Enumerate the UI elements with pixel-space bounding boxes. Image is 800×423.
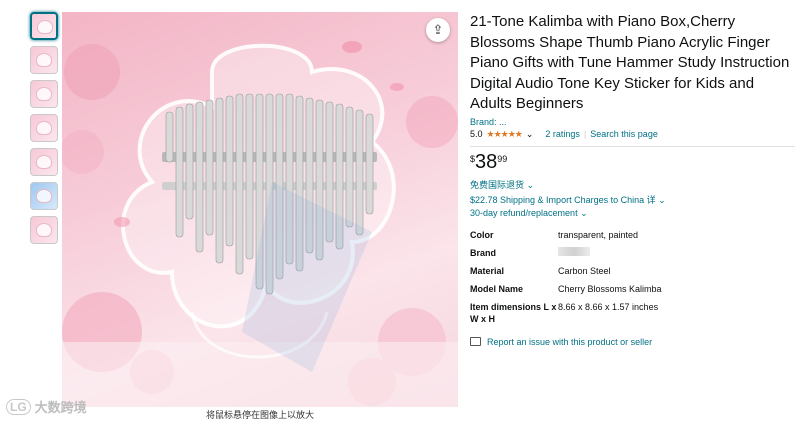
report-issue-text: Report an issue with this product or sel… — [487, 336, 653, 347]
brand-link[interactable]: Brand: ... — [470, 117, 795, 127]
free-return-link[interactable]: 免费国际退货 ⌄ — [470, 178, 795, 191]
spec-row: Item dimensions L x W x H 8.66 x 8.66 x … — [470, 301, 795, 325]
spec-value: Carbon Steel — [558, 265, 611, 276]
shipping-text: $22.78 Shipping & Import Charges to Chin… — [470, 194, 645, 205]
thumbnail-5[interactable] — [30, 148, 58, 176]
spec-key: Model Name — [470, 283, 524, 294]
chevron-down-icon[interactable]: ⌄ — [656, 195, 666, 205]
search-page-link[interactable]: Search this page — [590, 129, 658, 139]
watermark-logo: LG 大数跨境 — [6, 397, 87, 416]
report-icon — [470, 337, 481, 346]
spec-key: Item dimensions L x W x H — [470, 301, 557, 324]
divider — [470, 145, 795, 147]
spec-table: Color transparent, painted Brand Materia… — [470, 229, 795, 325]
kalimba-illustration — [62, 41, 458, 407]
logo-text: 大数跨境 — [34, 400, 87, 415]
thumbnail-1[interactable] — [30, 12, 58, 40]
spec-row: Material Carbon Steel — [470, 265, 795, 277]
spec-row: Brand — [470, 246, 795, 259]
chevron-down-icon: ⌄ — [524, 179, 535, 190]
thumbnail-2[interactable] — [30, 46, 58, 74]
separator: | — [583, 129, 587, 139]
image-zoom-hint: 将鼠标悬停在图像上以放大 — [205, 410, 314, 420]
thumbnail-7[interactable] — [30, 216, 58, 244]
price-fraction: 99 — [497, 153, 508, 164]
spec-key: Color — [470, 229, 494, 240]
spec-value: 8.66 x 8.66 x 1.57 inches — [558, 301, 659, 312]
product-info: 21-Tone Kalimba with Piano Box,Cherry Bl… — [470, 12, 795, 347]
shipping-info: $22.78 Shipping & Import Charges to Chin… — [470, 193, 795, 206]
price: $ 38 99 — [470, 152, 795, 172]
spec-row: Color transparent, painted — [470, 229, 795, 241]
rating-stars[interactable]: ★★★★★ — [487, 129, 523, 140]
spec-value-blurred — [558, 246, 795, 259]
spec-key: Brand — [470, 247, 497, 258]
logo-icon: LG — [6, 398, 31, 415]
chevron-down-icon[interactable]: ⌄ — [526, 129, 534, 140]
thumbnail-4[interactable] — [30, 114, 58, 142]
free-return-text: 免费国际退货 — [470, 179, 525, 190]
product-title: 21-Tone Kalimba with Piano Box,Cherry Bl… — [470, 13, 790, 112]
ratings-count-link[interactable]: 2 ratings — [545, 129, 580, 139]
rating-value: 5.0 — [470, 129, 483, 139]
thumbnail-3[interactable] — [30, 80, 58, 108]
shipping-details-link[interactable]: 详 — [647, 195, 656, 205]
thumbnail-6[interactable] — [30, 182, 58, 210]
main-product-image[interactable] — [62, 12, 458, 407]
rating-row: 5.0 ★★★★★ ⌄ 2 ratings | Search this page — [470, 129, 795, 140]
thumbnail-strip — [30, 12, 60, 250]
spec-value: transparent, painted — [558, 229, 639, 240]
spec-row: Model Name Cherry Blossoms Kalimba — [470, 283, 795, 295]
report-issue-link[interactable]: Report an issue with this product or sel… — [470, 337, 795, 347]
refund-link[interactable]: 30-day refund/replacement ⌄ — [470, 208, 795, 219]
refund-text: 30-day refund/replacement — [470, 207, 578, 218]
spec-value: Cherry Blossoms Kalimba — [558, 283, 662, 294]
blurred-brand — [558, 246, 590, 256]
share-icon[interactable]: ⇪ — [426, 18, 450, 42]
price-whole: 38 — [475, 150, 498, 173]
spec-key: Material — [470, 265, 505, 276]
chevron-down-icon: ⌄ — [577, 207, 588, 218]
